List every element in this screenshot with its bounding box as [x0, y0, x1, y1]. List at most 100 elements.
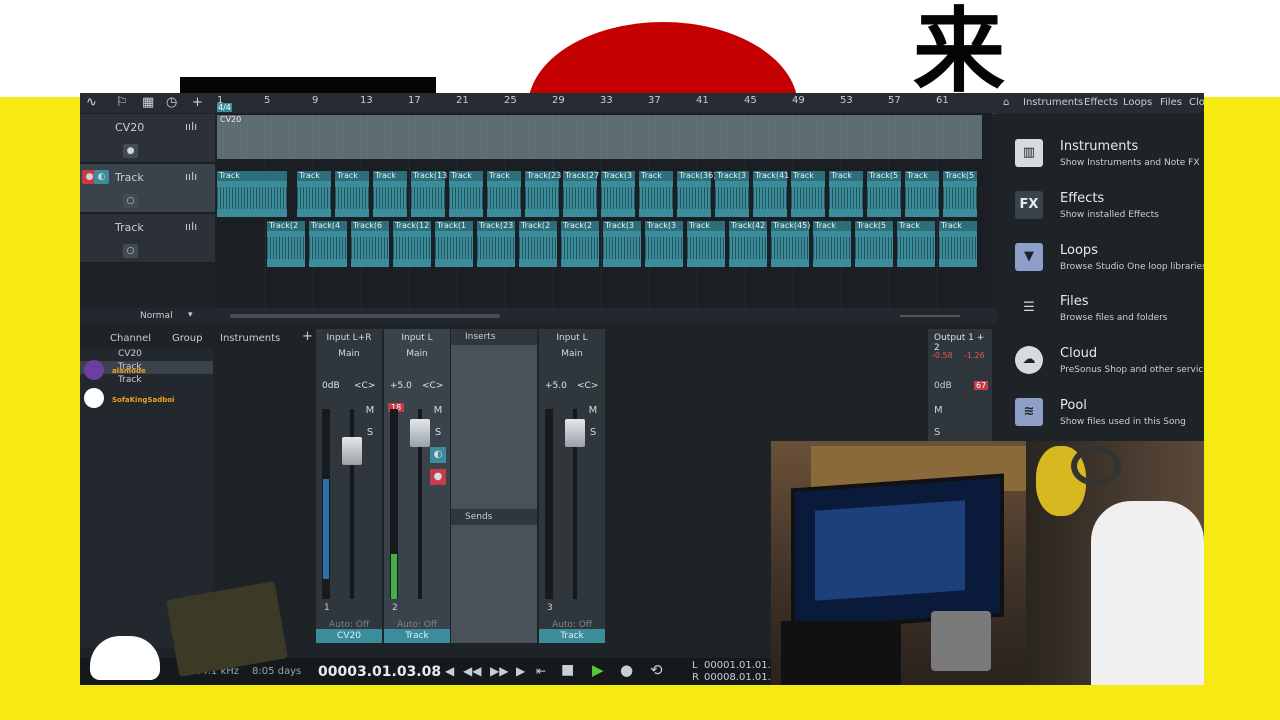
position-display[interactable]: 00003.01.03.08	[318, 664, 441, 680]
mute-button[interactable]: M	[934, 405, 943, 416]
horizontal-scrollbar[interactable]	[230, 314, 500, 318]
pan-control[interactable]: <C>	[422, 381, 443, 391]
audio-event[interactable]: Track(1	[435, 221, 473, 267]
audio-event[interactable]: Track(4	[309, 221, 347, 267]
browser-item-cloud[interactable]: ☁ Cloud PreSonus Shop and other services	[997, 338, 1204, 390]
audio-event[interactable]: Track(3	[715, 171, 749, 217]
tab-files[interactable]: Files	[1160, 97, 1182, 108]
play-icon[interactable]: ▶	[592, 661, 604, 679]
audio-event[interactable]: Track(41	[753, 171, 789, 217]
audio-event[interactable]: Track	[335, 171, 369, 217]
loop-start-icon[interactable]: ◀	[445, 664, 454, 678]
audio-event-cv20[interactable]	[217, 115, 982, 159]
audio-event[interactable]: Track	[791, 171, 825, 217]
audio-event[interactable]: Track(23	[525, 171, 561, 217]
mixer-strip-cv20[interactable]: Input L+R Main 0dB <C> M S 1 Auto: Off C…	[315, 329, 382, 643]
monitor-toggle-icon[interactable]: ●	[123, 144, 138, 158]
home-icon[interactable]: ⌂	[1003, 97, 1009, 108]
loop-icon[interactable]: ⟲	[650, 661, 663, 679]
grid-icon[interactable]: ▦	[142, 95, 154, 110]
audio-event[interactable]: Track(2	[519, 221, 557, 267]
audio-event[interactable]: Track(36)	[677, 171, 716, 217]
audio-event[interactable]: Track(42	[729, 221, 767, 267]
left-locator[interactable]: 00001.01.01.0	[704, 660, 777, 671]
right-locator[interactable]: 00008.01.01.0	[704, 672, 777, 683]
record-icon[interactable]: ●	[620, 661, 633, 679]
tab-instruments[interactable]: Instruments	[220, 333, 280, 344]
pan-control[interactable]: <C>	[354, 381, 375, 391]
audio-event[interactable]: Track(27	[563, 171, 599, 217]
audio-event[interactable]: Track	[373, 171, 407, 217]
pan-control[interactable]: <C>	[577, 381, 598, 391]
audio-event[interactable]: Track	[905, 171, 939, 217]
audio-event[interactable]: Track(5	[867, 171, 901, 217]
browser-item-pool[interactable]: ≋ Pool Show files used in this Song	[997, 390, 1204, 441]
audio-event[interactable]: Track(6	[351, 221, 389, 267]
monitor-button[interactable]: ◐	[430, 447, 446, 463]
mute-button[interactable]: M	[585, 403, 601, 419]
audio-event[interactable]: Track	[639, 171, 673, 217]
output-select[interactable]: Main	[539, 349, 605, 359]
channel-mode-icon[interactable]: ○	[123, 244, 138, 258]
add-track-button[interactable]: +	[192, 95, 203, 110]
input-select[interactable]: Input L+R	[316, 333, 382, 343]
audio-event[interactable]: Track(2	[561, 221, 599, 267]
audio-event[interactable]: Track	[449, 171, 483, 217]
output-select[interactable]: Main	[384, 349, 450, 359]
output-select[interactable]: Main	[316, 349, 382, 359]
solo-button[interactable]: S	[934, 427, 940, 438]
channel-list-item[interactable]: CV20	[118, 349, 142, 359]
solo-button[interactable]: S	[430, 425, 446, 441]
audio-event[interactable]: Track	[829, 171, 863, 217]
mixer-strip-track-1[interactable]: Input L Main +5.0 <C> 18 M S ◐ ● 2 Auto:…	[383, 329, 450, 643]
audio-event[interactable]: Track	[487, 171, 521, 217]
audio-event[interactable]: Track(5	[943, 171, 977, 217]
record-arm-button[interactable]: ●	[430, 469, 446, 485]
browser-item-loops[interactable]: ▼ Loops Browse Studio One loop libraries	[997, 235, 1204, 287]
tab-loops[interactable]: Loops	[1123, 97, 1152, 108]
channel-name[interactable]: CV20	[316, 629, 382, 643]
zoom-slider[interactable]	[900, 315, 960, 317]
audio-event[interactable]: Track(5	[855, 221, 893, 267]
paint-tool-icon[interactable]: ⚐	[116, 95, 128, 110]
audio-event[interactable]: Track(2	[267, 221, 305, 267]
inserts-label[interactable]: Inserts	[465, 332, 496, 342]
browser-item-files[interactable]: ☰ Files Browse files and folders	[997, 286, 1204, 338]
audio-event[interactable]: Track	[897, 221, 935, 267]
stop-icon[interactable]: ■	[561, 662, 574, 678]
arrange-view[interactable]: CV20 Track Track Track Track Track(13 Track T…	[217, 113, 992, 313]
track-header-track-1[interactable]: ● ◐ Track ıılı ○	[80, 164, 215, 213]
channel-mode-icon[interactable]: ○	[123, 194, 138, 208]
tab-cloud[interactable]: Clo	[1189, 97, 1204, 108]
curve-tool-icon[interactable]: ∿	[86, 95, 97, 110]
timeline-ruler[interactable]: 4/4 1 5 9 13 17 21 25 29 33 37 41 45 49 …	[217, 93, 1000, 114]
mute-button[interactable]: M	[430, 403, 446, 419]
tab-effects[interactable]: Effects	[1084, 97, 1118, 108]
rewind-icon[interactable]: ◀◀	[463, 664, 481, 678]
channel-name[interactable]: Track	[539, 629, 605, 643]
browser-item-instruments[interactable]: ▥ Instruments Show Instruments and Note …	[997, 131, 1204, 183]
browser-item-effects[interactable]: FX Effects Show installed Effects	[997, 183, 1204, 235]
audio-event[interactable]: Track(13	[411, 171, 447, 217]
output-strip[interactable]: Output 1 + 2 -0.58 -1.26 0dB 67 M S	[928, 329, 992, 449]
add-instrument-button[interactable]: +	[302, 329, 313, 344]
input-select[interactable]: Input L	[539, 333, 605, 343]
volume-fader[interactable]	[565, 419, 585, 447]
audio-event[interactable]: Track(45)	[771, 221, 810, 267]
audio-event[interactable]: Track(3	[601, 171, 635, 217]
audio-event[interactable]: Track(3	[603, 221, 641, 267]
tab-group[interactable]: Group	[172, 333, 202, 344]
sends-label[interactable]: Sends	[465, 512, 492, 522]
audio-event[interactable]: Track	[297, 171, 331, 217]
audio-event[interactable]: Track(3	[645, 221, 683, 267]
tab-instruments[interactable]: Instruments	[1023, 97, 1083, 108]
solo-button[interactable]: S	[362, 425, 378, 441]
mixer-strip-track-2[interactable]: Input L Main +5.0 <C> M S 3 Auto: Off Tr…	[538, 329, 605, 643]
audio-event[interactable]: Track	[217, 171, 287, 217]
mute-button[interactable]: M	[362, 403, 378, 419]
tab-channel[interactable]: Channel	[110, 333, 151, 344]
audio-event[interactable]: Track	[687, 221, 725, 267]
track-header-cv20[interactable]: CV20 ıılı ●	[80, 114, 215, 163]
audio-event[interactable]: Track(23	[477, 221, 515, 267]
volume-fader[interactable]	[410, 419, 430, 447]
